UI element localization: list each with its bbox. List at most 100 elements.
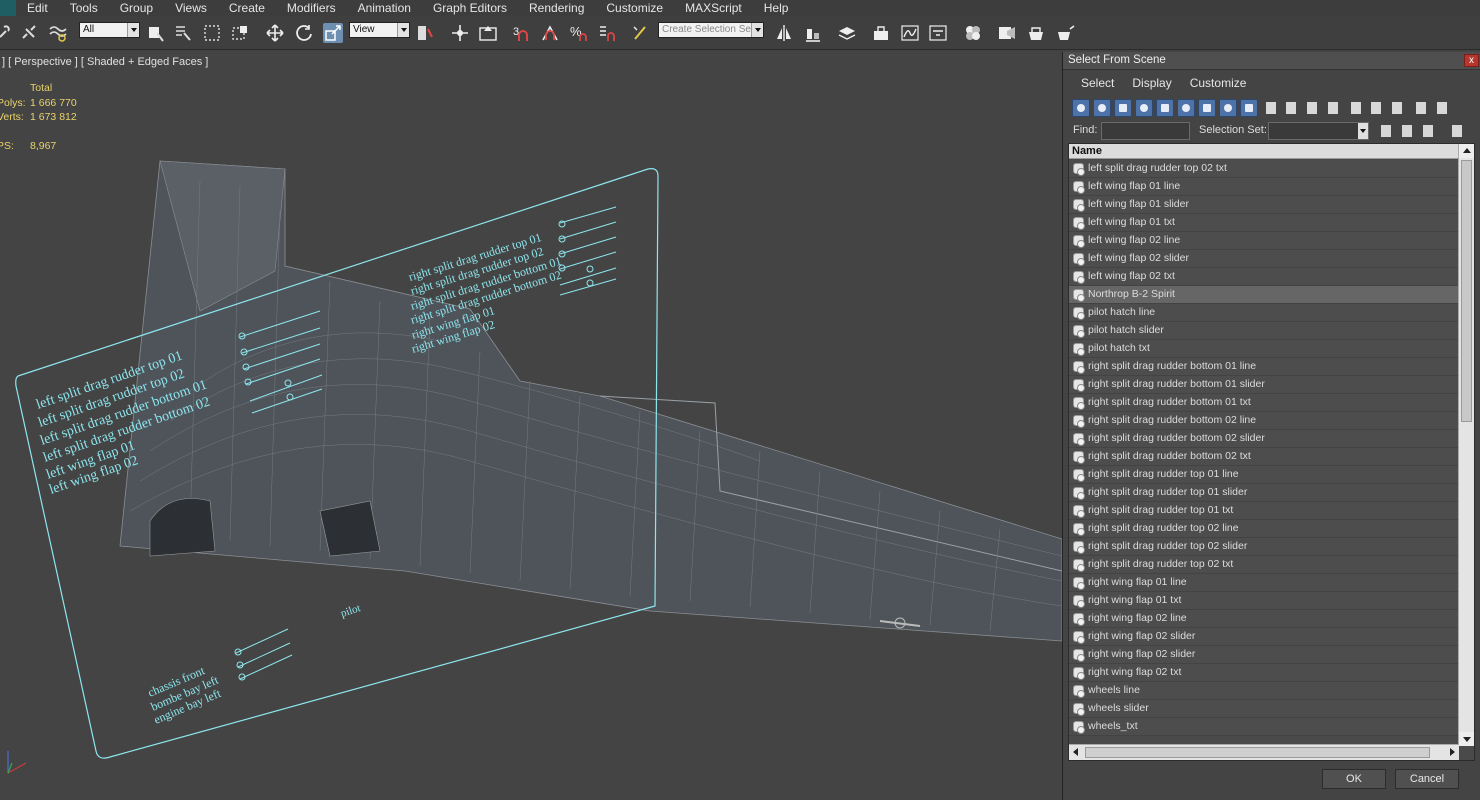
select-invert-icon[interactable]	[1389, 99, 1405, 117]
display-frozen-icon[interactable]	[1283, 99, 1299, 117]
align-icon[interactable]	[803, 23, 823, 43]
menu-group[interactable]: Group	[109, 0, 164, 16]
list-item[interactable]: left wing flap 01 slider	[1069, 196, 1459, 214]
list-item[interactable]: right wing flap 02 slider	[1069, 628, 1459, 646]
menu-animation[interactable]: Animation	[347, 0, 422, 16]
list-item[interactable]: Northrop B-2 Spirit	[1069, 286, 1459, 304]
menu-help[interactable]: Help	[753, 0, 800, 16]
find-input[interactable]	[1101, 122, 1190, 140]
link-icon[interactable]	[0, 23, 16, 43]
list-item[interactable]: right split drag rudder bottom 02 line	[1069, 412, 1459, 430]
pivot-center-icon[interactable]	[415, 23, 435, 43]
viewport-label[interactable]: ] [ Perspective ] [ Shaded + Edged Faces…	[2, 56, 208, 68]
list-item[interactable]: left wing flap 01 txt	[1069, 214, 1459, 232]
display-geometry-icon[interactable]	[1072, 99, 1090, 117]
list-item[interactable]: right wing flap 01 txt	[1069, 592, 1459, 610]
display-containers-icon[interactable]	[1263, 99, 1279, 117]
list-item[interactable]: pilot hatch slider	[1069, 322, 1459, 340]
perspective-viewport[interactable]: right split drag rudder top 01 right spl…	[0, 51, 1062, 800]
scroll-right-icon[interactable]	[1445, 745, 1459, 760]
select-all-icon[interactable]	[1348, 99, 1364, 117]
list-item[interactable]: left split drag rudder top 02 txt	[1069, 160, 1459, 178]
chevron-down-icon[interactable]	[1449, 123, 1465, 139]
layer-manager-icon[interactable]	[837, 23, 857, 43]
percent-snap-icon[interactable]: %	[569, 23, 589, 43]
list-item[interactable]: right split drag rudder top 01 slider	[1069, 484, 1459, 502]
display-xrefs-icon[interactable]	[1219, 99, 1237, 117]
move-icon[interactable]	[265, 23, 285, 43]
select-none-icon[interactable]	[1368, 99, 1384, 117]
edit-named-selection-icon[interactable]	[631, 23, 651, 43]
render-production-icon[interactable]	[1055, 23, 1075, 43]
list-item[interactable]: right split drag rudder top 02 slider	[1069, 538, 1459, 556]
schematic-view-icon[interactable]	[928, 23, 948, 43]
selection-filter-dropdown[interactable]: All	[79, 22, 140, 38]
list-item[interactable]: right split drag rudder top 01 line	[1069, 466, 1459, 484]
list-item[interactable]: wheels slider	[1069, 700, 1459, 718]
menu-views[interactable]: Views	[164, 0, 218, 16]
b2-spirit-model[interactable]	[119, 160, 1062, 642]
dialog-title-bar[interactable]: Select From Scene x	[1063, 52, 1480, 70]
selection-set-dropdown[interactable]	[1268, 122, 1369, 140]
rotate-icon[interactable]	[294, 23, 314, 43]
list-item[interactable]: right split drag rudder bottom 02 txt	[1069, 448, 1459, 466]
graphite-tools-icon[interactable]	[871, 23, 891, 43]
display-shapes-icon[interactable]	[1093, 99, 1111, 117]
menu-modifiers[interactable]: Modifiers	[276, 0, 347, 16]
list-item[interactable]: right split drag rudder top 01 txt	[1069, 502, 1459, 520]
menu-rendering[interactable]: Rendering	[518, 0, 595, 16]
filter-settings-icon[interactable]	[1434, 99, 1450, 117]
list-item[interactable]: left wing flap 02 slider	[1069, 250, 1459, 268]
display-space-warps-icon[interactable]	[1177, 99, 1195, 117]
list-item[interactable]: right split drag rudder bottom 01 line	[1069, 358, 1459, 376]
list-item[interactable]: right split drag rudder top 02 txt	[1069, 556, 1459, 574]
snaps-toggle-icon[interactable]: 3	[511, 23, 531, 43]
display-helpers-icon[interactable]	[1156, 99, 1174, 117]
add-to-selection-set-icon[interactable]	[1399, 123, 1415, 139]
scroll-thumb[interactable]	[1461, 160, 1472, 422]
list-item[interactable]: right wing flap 01 line	[1069, 574, 1459, 592]
list-item[interactable]: pilot hatch line	[1069, 304, 1459, 322]
list-item[interactable]: wheels_txt	[1069, 718, 1459, 736]
list-item[interactable]: right split drag rudder bottom 01 txt	[1069, 394, 1459, 412]
scroll-up-icon[interactable]	[1459, 144, 1474, 158]
select-object-icon[interactable]	[145, 23, 165, 43]
scale-icon[interactable]	[323, 23, 343, 43]
display-bones-icon[interactable]	[1240, 99, 1258, 117]
app-logo[interactable]	[0, 0, 16, 16]
list-item[interactable]: right split drag rudder bottom 01 slider	[1069, 376, 1459, 394]
horizontal-scrollbar[interactable]	[1069, 744, 1459, 760]
list-item[interactable]: right split drag rudder top 02 line	[1069, 520, 1459, 538]
list-item[interactable]: wheels line	[1069, 682, 1459, 700]
display-hidden-icon[interactable]	[1304, 99, 1320, 117]
mirror-icon[interactable]	[774, 23, 794, 43]
select-manipulate-icon[interactable]	[450, 23, 470, 43]
list-item[interactable]: left wing flap 02 line	[1069, 232, 1459, 250]
rectangular-selection-icon[interactable]	[202, 23, 222, 43]
menu-tools[interactable]: Tools	[59, 0, 109, 16]
bind-space-warp-icon[interactable]	[48, 23, 68, 43]
menu-customize[interactable]: Customize	[595, 0, 674, 16]
menu-graph-editors[interactable]: Graph Editors	[422, 0, 518, 16]
window-crossing-icon[interactable]	[230, 23, 250, 43]
spinner-snap-icon[interactable]	[597, 23, 617, 43]
list-item[interactable]: right wing flap 02 slider	[1069, 646, 1459, 664]
scene-object-list[interactable]: Name left split drag rudder top 02 txt le…	[1068, 143, 1475, 761]
create-selection-set-icon[interactable]	[1378, 123, 1394, 139]
vertical-scrollbar[interactable]	[1458, 144, 1474, 746]
list-item[interactable]: right wing flap 02 line	[1069, 610, 1459, 628]
display-cameras-icon[interactable]	[1135, 99, 1153, 117]
keyboard-shortcut-override-icon[interactable]	[478, 23, 498, 43]
menu-maxscript[interactable]: MAXScript	[674, 0, 753, 16]
material-editor-icon[interactable]	[963, 23, 983, 43]
dialog-menu-display[interactable]: Display	[1114, 76, 1171, 90]
list-item[interactable]: left wing flap 01 line	[1069, 178, 1459, 196]
remove-from-selection-set-icon[interactable]	[1420, 123, 1436, 139]
column-header-name[interactable]: Name	[1069, 144, 1459, 159]
ok-button[interactable]: OK	[1322, 769, 1386, 789]
list-item[interactable]: pilot hatch txt	[1069, 340, 1459, 358]
angle-snap-icon[interactable]	[540, 23, 560, 43]
scroll-left-icon[interactable]	[1069, 745, 1083, 760]
filter-icon[interactable]	[1413, 99, 1429, 117]
menu-create[interactable]: Create	[218, 0, 276, 16]
